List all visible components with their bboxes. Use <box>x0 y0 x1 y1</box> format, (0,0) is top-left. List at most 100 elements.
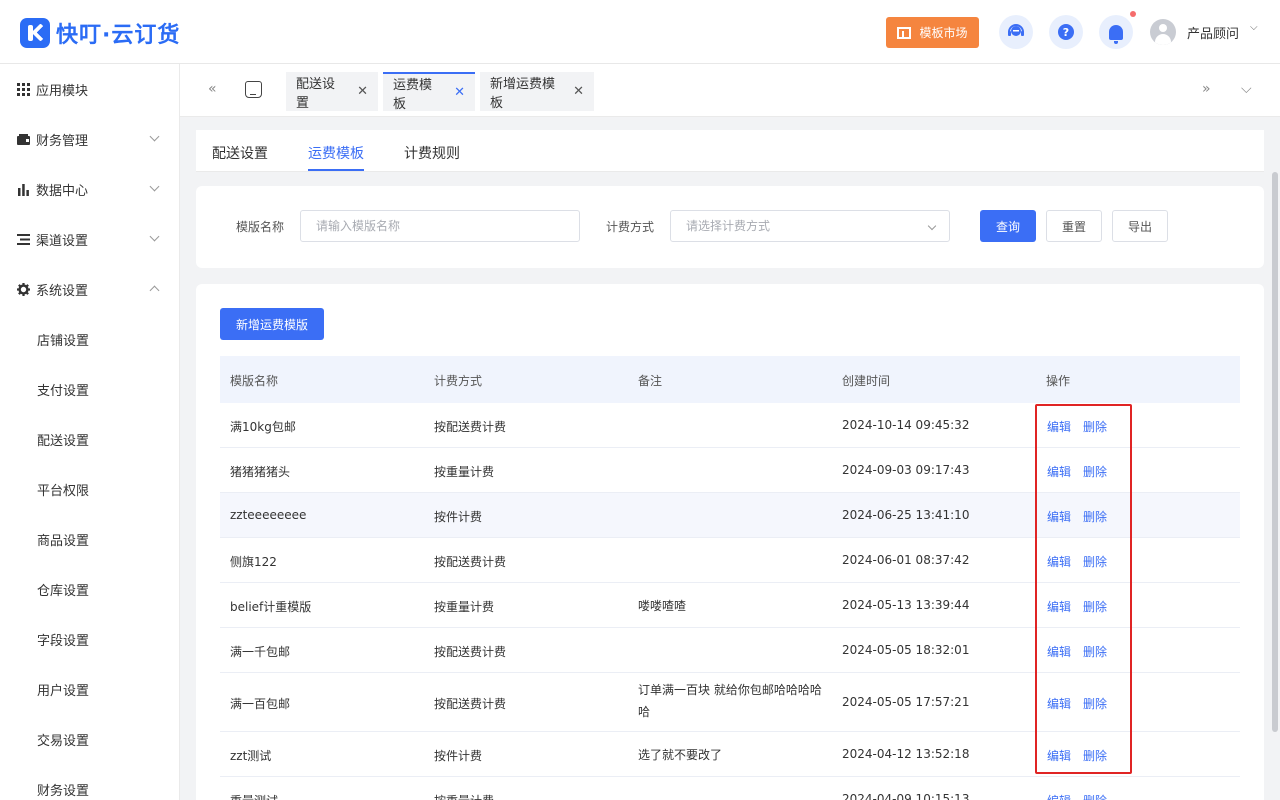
tab-delivery[interactable]: 配送设置 <box>212 143 268 163</box>
close-icon[interactable]: ✕ <box>454 85 465 100</box>
sidebar-item-data-center[interactable]: 数据中心 <box>0 164 180 214</box>
list-icon <box>17 233 30 245</box>
sidebar-subitem-delivery-settings[interactable]: 配送设置 <box>37 430 89 449</box>
query-button[interactable]: 查询 <box>980 210 1036 242</box>
user-name[interactable]: 产品顾问 <box>1187 23 1239 42</box>
sidebar-item-label: 应用模块 <box>36 83 89 99</box>
edit-link[interactable]: 编辑 <box>1047 747 1071 764</box>
cell-template-name: 侧旗122 <box>230 555 277 569</box>
wallet-icon <box>17 133 30 145</box>
table-row[interactable]: 满10kg包邮 按配送费计费 2024-10-14 09:45:32 编辑 删除 <box>220 403 1240 448</box>
billing-method-select[interactable]: 请选择计费方式 <box>670 210 950 242</box>
sidebar-item-finance[interactable]: 财务管理 <box>0 114 180 164</box>
table-row[interactable]: 侧旗122 按配送费计费 2024-06-01 08:37:42 编辑 删除 <box>220 538 1240 583</box>
delete-link[interactable]: 删除 <box>1083 463 1107 480</box>
tab-label: 新增运费模板 <box>490 76 556 111</box>
scroll-tabs-left-icon[interactable]: « <box>208 81 217 97</box>
sidebar-subitem-user-settings[interactable]: 用户设置 <box>37 680 89 699</box>
chevron-down-icon <box>149 231 160 242</box>
sidebar-item-app-modules[interactable]: 应用模块 <box>0 64 180 114</box>
close-icon[interactable]: ✕ <box>573 84 584 99</box>
avatar[interactable] <box>1150 19 1176 45</box>
cell-created-time: 2024-04-09 10:15:13 <box>842 792 970 800</box>
sidebar-subitem-payment-settings[interactable]: 支付设置 <box>37 380 89 399</box>
cell-billing-method: 按件计费 <box>434 510 483 524</box>
chevron-down-icon[interactable]: ⌵ <box>1250 22 1258 33</box>
sidebar-subitem-finance-settings[interactable]: 财务设置 <box>37 780 89 799</box>
delete-link[interactable]: 删除 <box>1083 695 1107 712</box>
help-button[interactable]: ? <box>1049 15 1083 49</box>
sidebar-item-channel-settings[interactable]: 渠道设置 <box>0 214 180 264</box>
reset-button[interactable]: 重置 <box>1046 210 1102 242</box>
edit-link[interactable]: 编辑 <box>1047 418 1071 435</box>
close-icon[interactable]: ✕ <box>357 84 368 99</box>
edit-link[interactable]: 编辑 <box>1047 463 1071 480</box>
tab-delivery-settings[interactable]: 配送设置 ✕ <box>286 72 378 111</box>
edit-link[interactable]: 编辑 <box>1047 695 1071 712</box>
scroll-tabs-right-icon[interactable]: » <box>1202 81 1211 97</box>
home-icon[interactable] <box>245 81 262 98</box>
cell-created-time: 2024-05-05 17:57:21 <box>842 695 970 709</box>
delete-link[interactable]: 删除 <box>1083 643 1107 660</box>
table-row[interactable]: 重量测试 按重量计费 2024-04-09 10:15:13 编辑 删除 <box>220 777 1240 800</box>
edit-link[interactable]: 编辑 <box>1047 643 1071 660</box>
delete-link[interactable]: 删除 <box>1083 792 1107 800</box>
delete-link[interactable]: 删除 <box>1083 418 1107 435</box>
delete-link[interactable]: 删除 <box>1083 553 1107 570</box>
cell-created-time: 2024-06-01 08:37:42 <box>842 553 970 567</box>
sidebar-subitem-product-settings[interactable]: 商品设置 <box>37 530 89 549</box>
cell-remark: 订单满一百块 就给你包邮哈哈哈哈哈 <box>638 683 822 719</box>
delete-link[interactable]: 删除 <box>1083 508 1107 525</box>
cell-remark: 选了就不要改了 <box>638 748 723 762</box>
app-logo[interactable]: 快叮·云订货 <box>20 17 180 49</box>
delete-link[interactable]: 删除 <box>1083 747 1107 764</box>
sidebar-subitem-store-settings[interactable]: 店铺设置 <box>37 330 89 349</box>
logo-mark-icon <box>20 18 50 48</box>
export-button[interactable]: 导出 <box>1112 210 1168 242</box>
table-row[interactable]: belief计重模版 按重量计费 喽喽喳喳 2024-05-13 13:39:44 编辑… <box>220 583 1240 628</box>
cell-created-time: 2024-09-03 09:17:43 <box>842 463 970 477</box>
template-name-input[interactable]: 请输入模版名称 <box>300 210 580 242</box>
billing-method-placeholder: 请选择计费方式 <box>686 219 771 233</box>
tab-label: 配送设置 <box>296 76 336 111</box>
table-row[interactable]: 猪猪猪猪头 按重量计费 2024-09-03 09:17:43 编辑 删除 <box>220 448 1240 493</box>
sidebar-subitem-warehouse-settings[interactable]: 仓库设置 <box>37 580 89 599</box>
cell-billing-method: 按重量计费 <box>434 465 495 479</box>
template-icon <box>897 26 912 39</box>
template-market-button[interactable]: 模板市场 <box>886 17 979 48</box>
edit-link[interactable]: 编辑 <box>1047 508 1071 525</box>
table-row[interactable]: zzt测试 按件计费 选了就不要改了 2024-04-12 13:52:18 编辑 删除 <box>220 732 1240 777</box>
filter-panel: 模版名称 请输入模版名称 计费方式 请选择计费方式 查询 重置 导出 <box>196 186 1264 268</box>
cell-template-name: belief计重模版 <box>230 600 312 614</box>
table-row[interactable]: zzteeeeeeee 按件计费 2024-06-25 13:41:10 编辑 删除 <box>220 493 1240 538</box>
table-header: 模版名称 计费方式 备注 创建时间 操作 <box>220 356 1240 403</box>
notification-button[interactable] <box>1099 15 1133 49</box>
scrollbar-thumb[interactable] <box>1272 172 1278 732</box>
sidebar-item-system-settings[interactable]: 系统设置 <box>0 264 180 314</box>
customer-service-button[interactable] <box>999 15 1033 49</box>
tab-freight-template[interactable]: 运费模板 <box>308 143 364 163</box>
chevron-down-icon[interactable]: ⌵ <box>1241 81 1252 97</box>
delete-link[interactable]: 删除 <box>1083 598 1107 615</box>
sidebar-subitem-platform-permissions[interactable]: 平台权限 <box>37 480 89 499</box>
cell-template-name: zzt测试 <box>230 749 272 763</box>
add-shipping-template-button[interactable]: 新增运费模版 <box>220 308 324 340</box>
cell-created-time: 2024-04-12 13:52:18 <box>842 747 970 761</box>
help-icon: ? <box>1058 24 1074 40</box>
tab-new-shipping-template[interactable]: 新增运费模板 ✕ <box>480 72 594 111</box>
chevron-down-icon <box>149 131 160 142</box>
cell-template-name: 重量测试 <box>230 792 278 800</box>
table-row[interactable]: 满一百包邮 按配送费计费 订单满一百块 就给你包邮哈哈哈哈哈 2024-05-05 1… <box>220 673 1240 732</box>
column-header-created: 创建时间 <box>842 374 891 388</box>
cell-created-time: 2024-05-05 18:32:01 <box>842 643 970 657</box>
edit-link[interactable]: 编辑 <box>1047 792 1071 800</box>
sidebar-subitem-field-settings[interactable]: 字段设置 <box>37 630 89 649</box>
notification-badge <box>1130 11 1136 17</box>
edit-link[interactable]: 编辑 <box>1047 553 1071 570</box>
sidebar-subitem-trade-settings[interactable]: 交易设置 <box>37 730 89 749</box>
tab-billing-rules[interactable]: 计费规则 <box>404 143 460 163</box>
table-row[interactable]: 满一千包邮 按配送费计费 2024-05-05 18:32:01 编辑 删除 <box>220 628 1240 673</box>
tab-shipping-templates[interactable]: 运费模板 ✕ <box>383 72 475 112</box>
cell-billing-method: 按件计费 <box>434 749 483 763</box>
edit-link[interactable]: 编辑 <box>1047 598 1071 615</box>
